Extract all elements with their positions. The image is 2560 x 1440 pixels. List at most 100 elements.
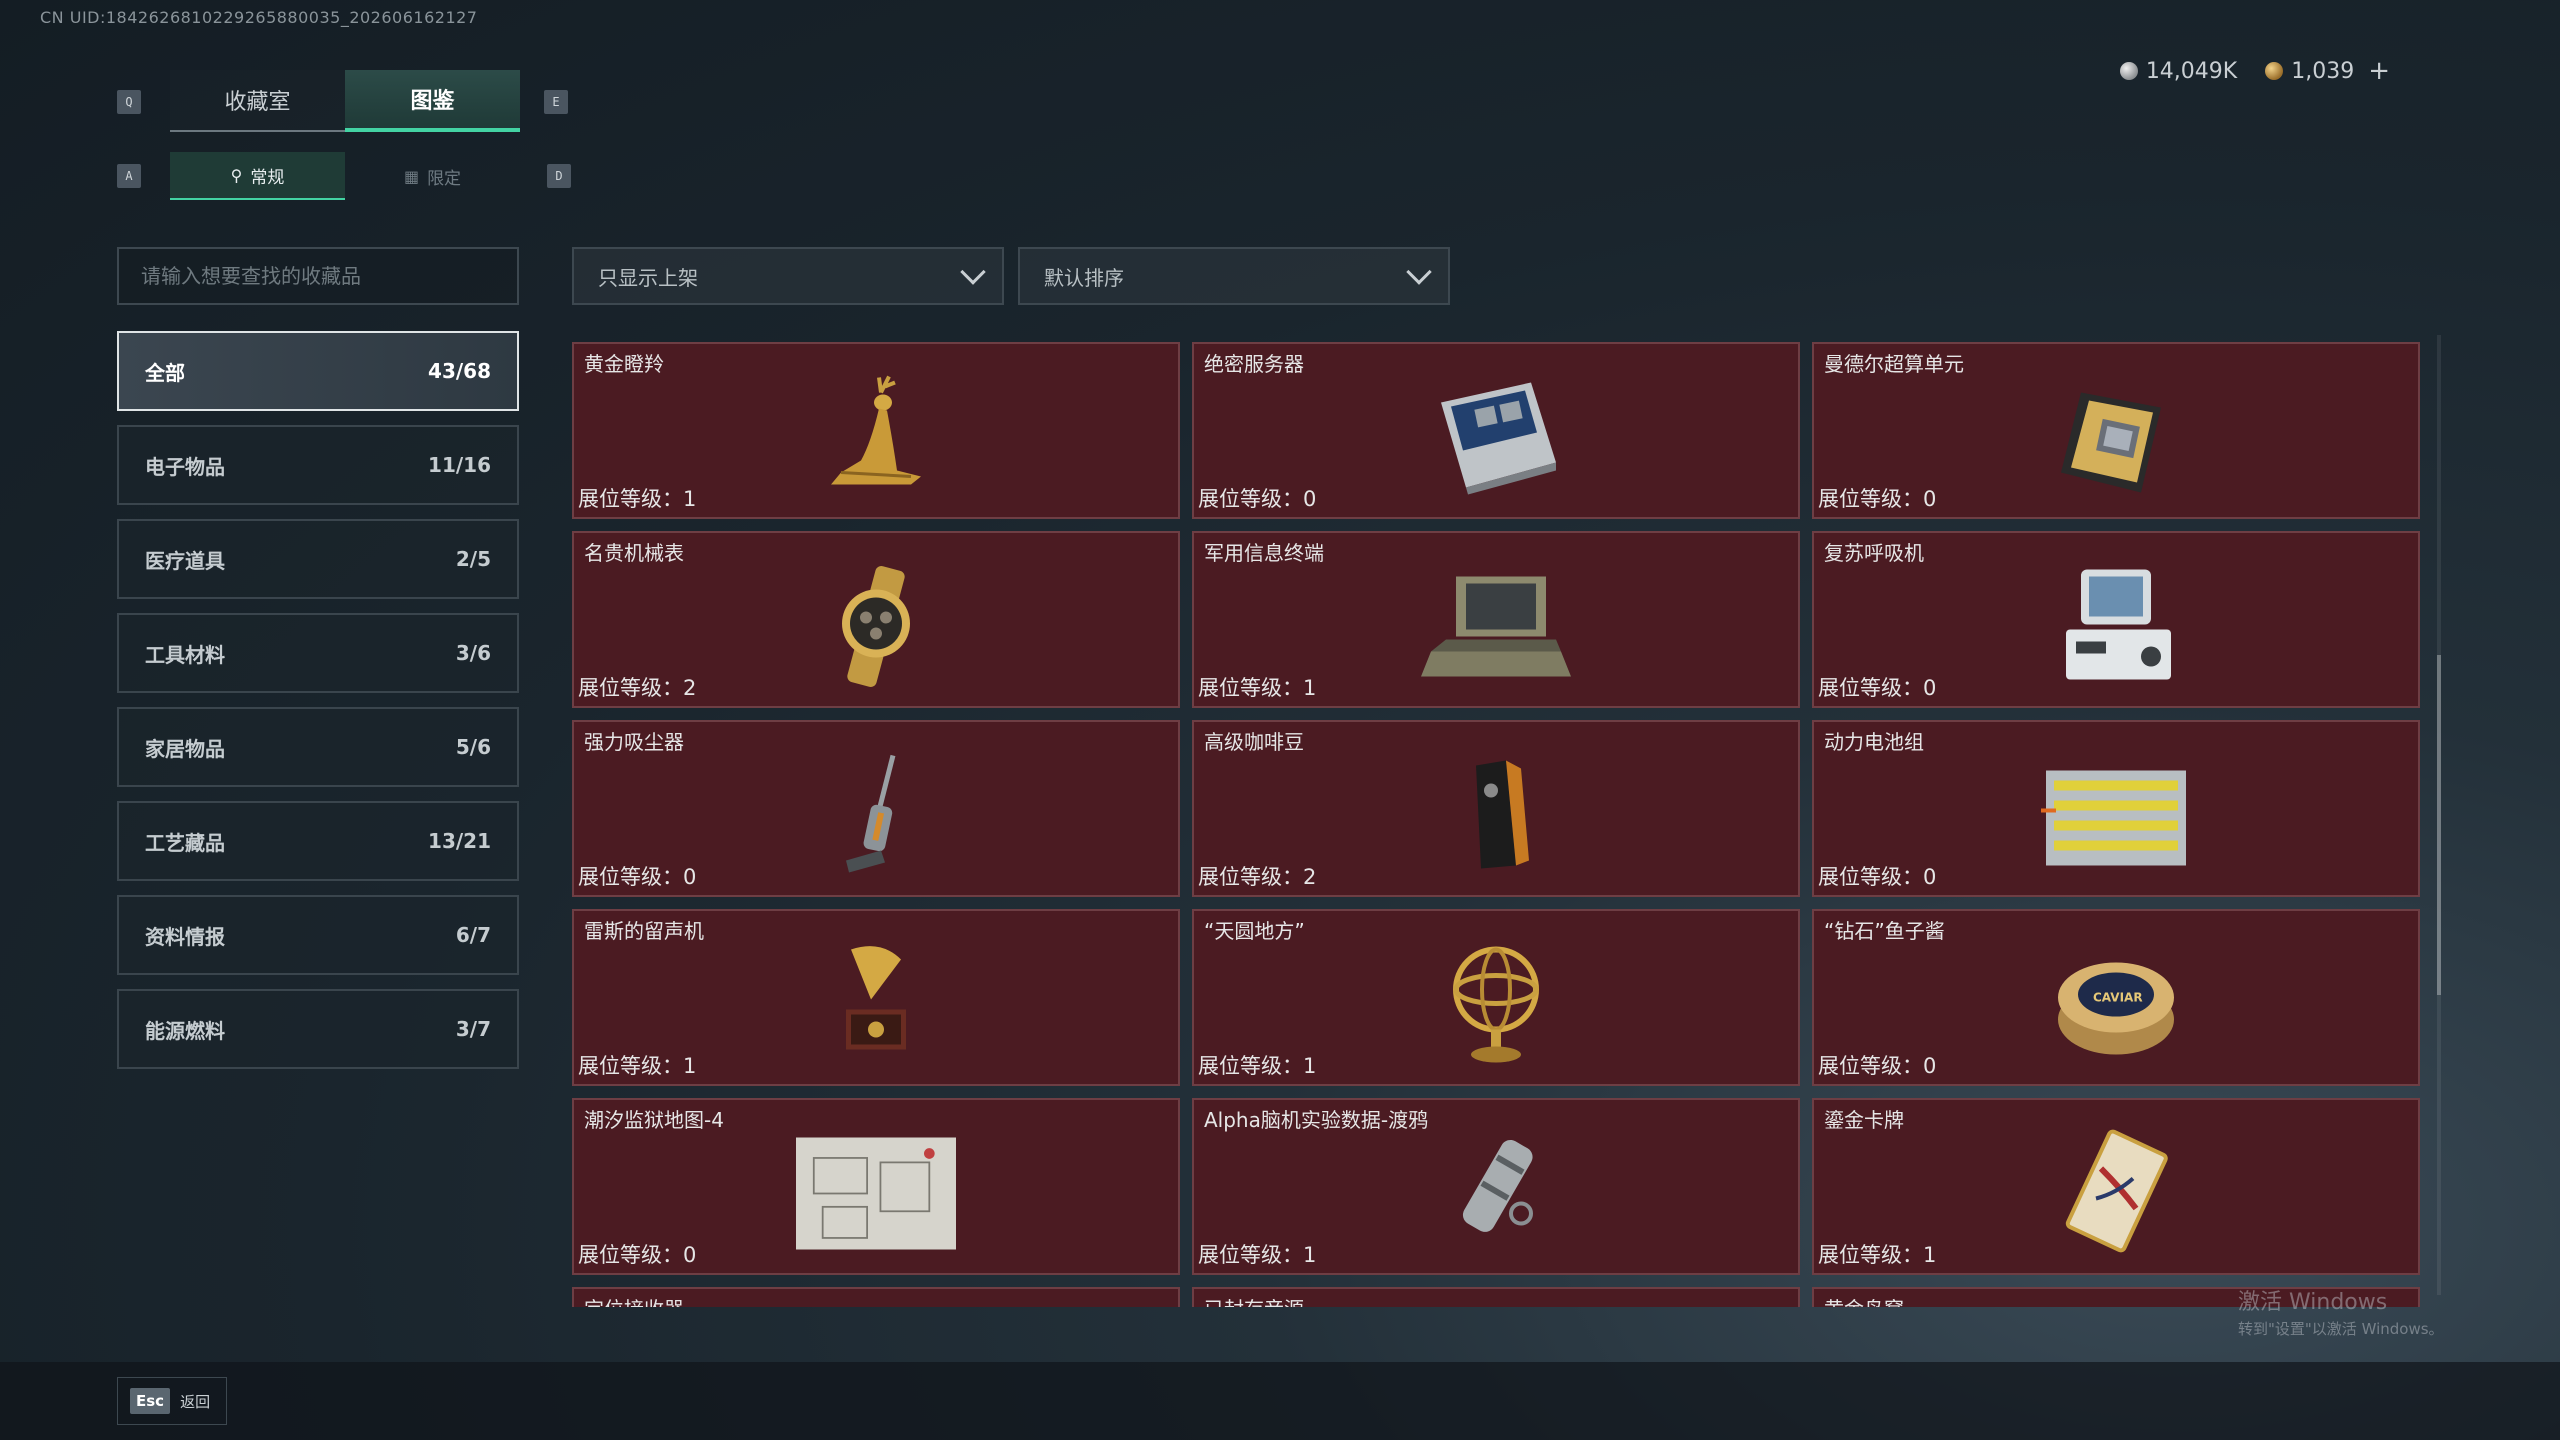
back-button[interactable]: Esc 返回 — [117, 1377, 227, 1425]
category-count: 43/68 — [428, 359, 491, 383]
armillary-sphere-icon — [1416, 939, 1576, 1069]
tab-collection-room[interactable]: 收藏室 — [170, 70, 345, 132]
category-count: 2/5 — [455, 547, 491, 571]
item-card[interactable]: 高级咖啡豆 展位等级：2 — [1192, 720, 1800, 897]
subtab-regular[interactable]: ⚲ 常规 — [170, 152, 345, 200]
item-name: 鎏金卡牌 — [1824, 1108, 1904, 1132]
item-card[interactable]: 雷斯的留声机 展位等级：1 — [572, 909, 1180, 1086]
category-energy[interactable]: 能源燃料 3/7 — [117, 989, 519, 1069]
server-icon — [1416, 372, 1576, 502]
prison-map-icon — [796, 1128, 956, 1258]
category-list: 全部 43/68 电子物品 11/16 医疗道具 2/5 工具材料 3/6 家居… — [117, 331, 519, 1083]
bottom-bar — [0, 1362, 2560, 1440]
item-level: 展位等级：1 — [1198, 1243, 1317, 1267]
item-level: 展位等级：1 — [1198, 1054, 1317, 1078]
item-level: 展位等级：0 — [1198, 487, 1317, 511]
item-level: 展位等级：0 — [1818, 1054, 1937, 1078]
item-card[interactable]: 军用信息终端 展位等级：1 — [1192, 531, 1800, 708]
item-level: 展位等级：1 — [1818, 1243, 1937, 1267]
item-card[interactable]: 鎏金卡牌 展位等级：1 — [1812, 1098, 2420, 1275]
esc-key-icon: Esc — [130, 1388, 171, 1414]
grid-scrollbar[interactable] — [2437, 335, 2441, 1295]
data-canister-icon — [1416, 1128, 1576, 1258]
gilded-card-icon — [2036, 1128, 2196, 1258]
gramophone-icon — [796, 939, 956, 1069]
caviar-label: CAVIAR — [2093, 990, 2143, 1004]
category-all[interactable]: 全部 43/68 — [117, 331, 519, 411]
category-count: 3/6 — [455, 641, 491, 665]
chevron-down-icon — [1406, 259, 1432, 285]
item-level: 展位等级：0 — [1818, 865, 1937, 889]
subtab-regular-label: 常规 — [250, 167, 285, 188]
item-card[interactable]: 已封存音源 — [1192, 1287, 1800, 1307]
ventilator-icon — [2036, 561, 2196, 691]
category-name: 电子物品 — [145, 454, 225, 479]
category-crafts[interactable]: 工艺藏品 13/21 — [117, 801, 519, 881]
category-name: 全部 — [145, 360, 185, 385]
item-card[interactable]: 复苏呼吸机 展位等级：0 — [1812, 531, 2420, 708]
category-electronics[interactable]: 电子物品 11/16 — [117, 425, 519, 505]
category-count: 11/16 — [428, 453, 491, 477]
coffee-beans-icon — [1416, 750, 1576, 880]
item-card[interactable]: “天圆地方” 展位等级：1 — [1192, 909, 1800, 1086]
subtab-limited[interactable]: ▦ 限定 — [345, 152, 520, 200]
player-uid: CN UID:1842626810229265880035_2026061621… — [40, 8, 478, 27]
item-card[interactable]: 潮汐监狱地图-4 展位等级：0 — [572, 1098, 1180, 1275]
silver-currency: 14,049K — [2119, 58, 2238, 84]
supercomputer-unit-icon — [2036, 372, 2196, 502]
category-medical[interactable]: 医疗道具 2/5 — [117, 519, 519, 599]
item-level: 展位等级：0 — [578, 1243, 697, 1267]
item-name: 已封存音源 — [1204, 1293, 1304, 1307]
vacuum-cleaner-icon — [796, 750, 956, 880]
item-level: 展位等级：1 — [1198, 676, 1317, 700]
item-card[interactable]: 曼德尔超算单元 展位等级：0 — [1812, 342, 2420, 519]
silver-amount: 14,049K — [2145, 58, 2238, 84]
category-name: 工艺藏品 — [145, 830, 225, 855]
category-name: 工具材料 — [145, 642, 225, 667]
golden-gazelle-icon — [796, 372, 956, 502]
item-name: “天圆地方” — [1204, 919, 1305, 943]
key-hint-a: A — [117, 164, 141, 188]
key-hint-d: D — [547, 164, 571, 188]
item-level: 展位等级：1 — [578, 1054, 697, 1078]
category-name: 医疗道具 — [145, 548, 225, 573]
category-household[interactable]: 家居物品 5/6 — [117, 707, 519, 787]
filter-dropdown[interactable]: 只显示上架 — [572, 247, 1004, 305]
key-hint-q: Q — [117, 90, 141, 114]
item-name: 高级咖啡豆 — [1204, 730, 1304, 754]
item-name: 强力吸尘器 — [584, 730, 684, 754]
item-card[interactable]: 黄金瞪羚 展位等级：1 — [572, 342, 1180, 519]
tab-catalog[interactable]: 图鉴 — [345, 70, 520, 132]
add-currency-button[interactable]: + — [2368, 56, 2390, 86]
item-card[interactable]: “钻石”鱼子酱 CAVIAR 展位等级：0 — [1812, 909, 2420, 1086]
item-level: 展位等级：2 — [1198, 865, 1317, 889]
scrollbar-thumb[interactable] — [2437, 655, 2441, 995]
watermark-line2: 转到"设置"以激活 Windows。 — [2238, 1320, 2444, 1338]
key-hint-e: E — [544, 90, 568, 114]
item-level: 展位等级：1 — [578, 487, 697, 511]
search-input[interactable] — [141, 264, 517, 288]
main-tabs: 收藏室 图鉴 — [170, 70, 520, 132]
item-card[interactable]: Alpha脑机实验数据-渡鸦 展位等级：1 — [1192, 1098, 1800, 1275]
item-name: 绝密服务器 — [1204, 352, 1304, 376]
item-name: 复苏呼吸机 — [1824, 541, 1924, 565]
sort-dropdown[interactable]: 默认排序 — [1018, 247, 1450, 305]
item-card[interactable]: 名贵机械表 展位等级：2 — [572, 531, 1180, 708]
item-level: 展位等级：0 — [1818, 676, 1937, 700]
subtab-limited-label: 限定 — [427, 168, 462, 189]
item-card[interactable]: 强力吸尘器 展位等级：0 — [572, 720, 1180, 897]
back-label: 返回 — [180, 1392, 211, 1411]
item-card[interactable]: 绝密服务器 展位等级：0 — [1192, 342, 1800, 519]
item-name: 曼德尔超算单元 — [1824, 352, 1964, 376]
item-level: 展位等级：2 — [578, 676, 697, 700]
sort-dropdown-value: 默认排序 — [1044, 265, 1124, 290]
caviar-tin-icon: CAVIAR — [2036, 939, 2196, 1069]
category-count: 6/7 — [455, 923, 491, 947]
gold-currency: 1,039 + — [2265, 56, 2390, 86]
category-tools[interactable]: 工具材料 3/6 — [117, 613, 519, 693]
category-intel[interactable]: 资料情报 6/7 — [117, 895, 519, 975]
item-card[interactable]: 动力电池组 展位等级：0 — [1812, 720, 2420, 897]
item-card[interactable]: 定位接收器 — [572, 1287, 1180, 1307]
silver-coin-icon — [2119, 62, 2138, 80]
filter-dropdown-value: 只显示上架 — [598, 265, 698, 290]
